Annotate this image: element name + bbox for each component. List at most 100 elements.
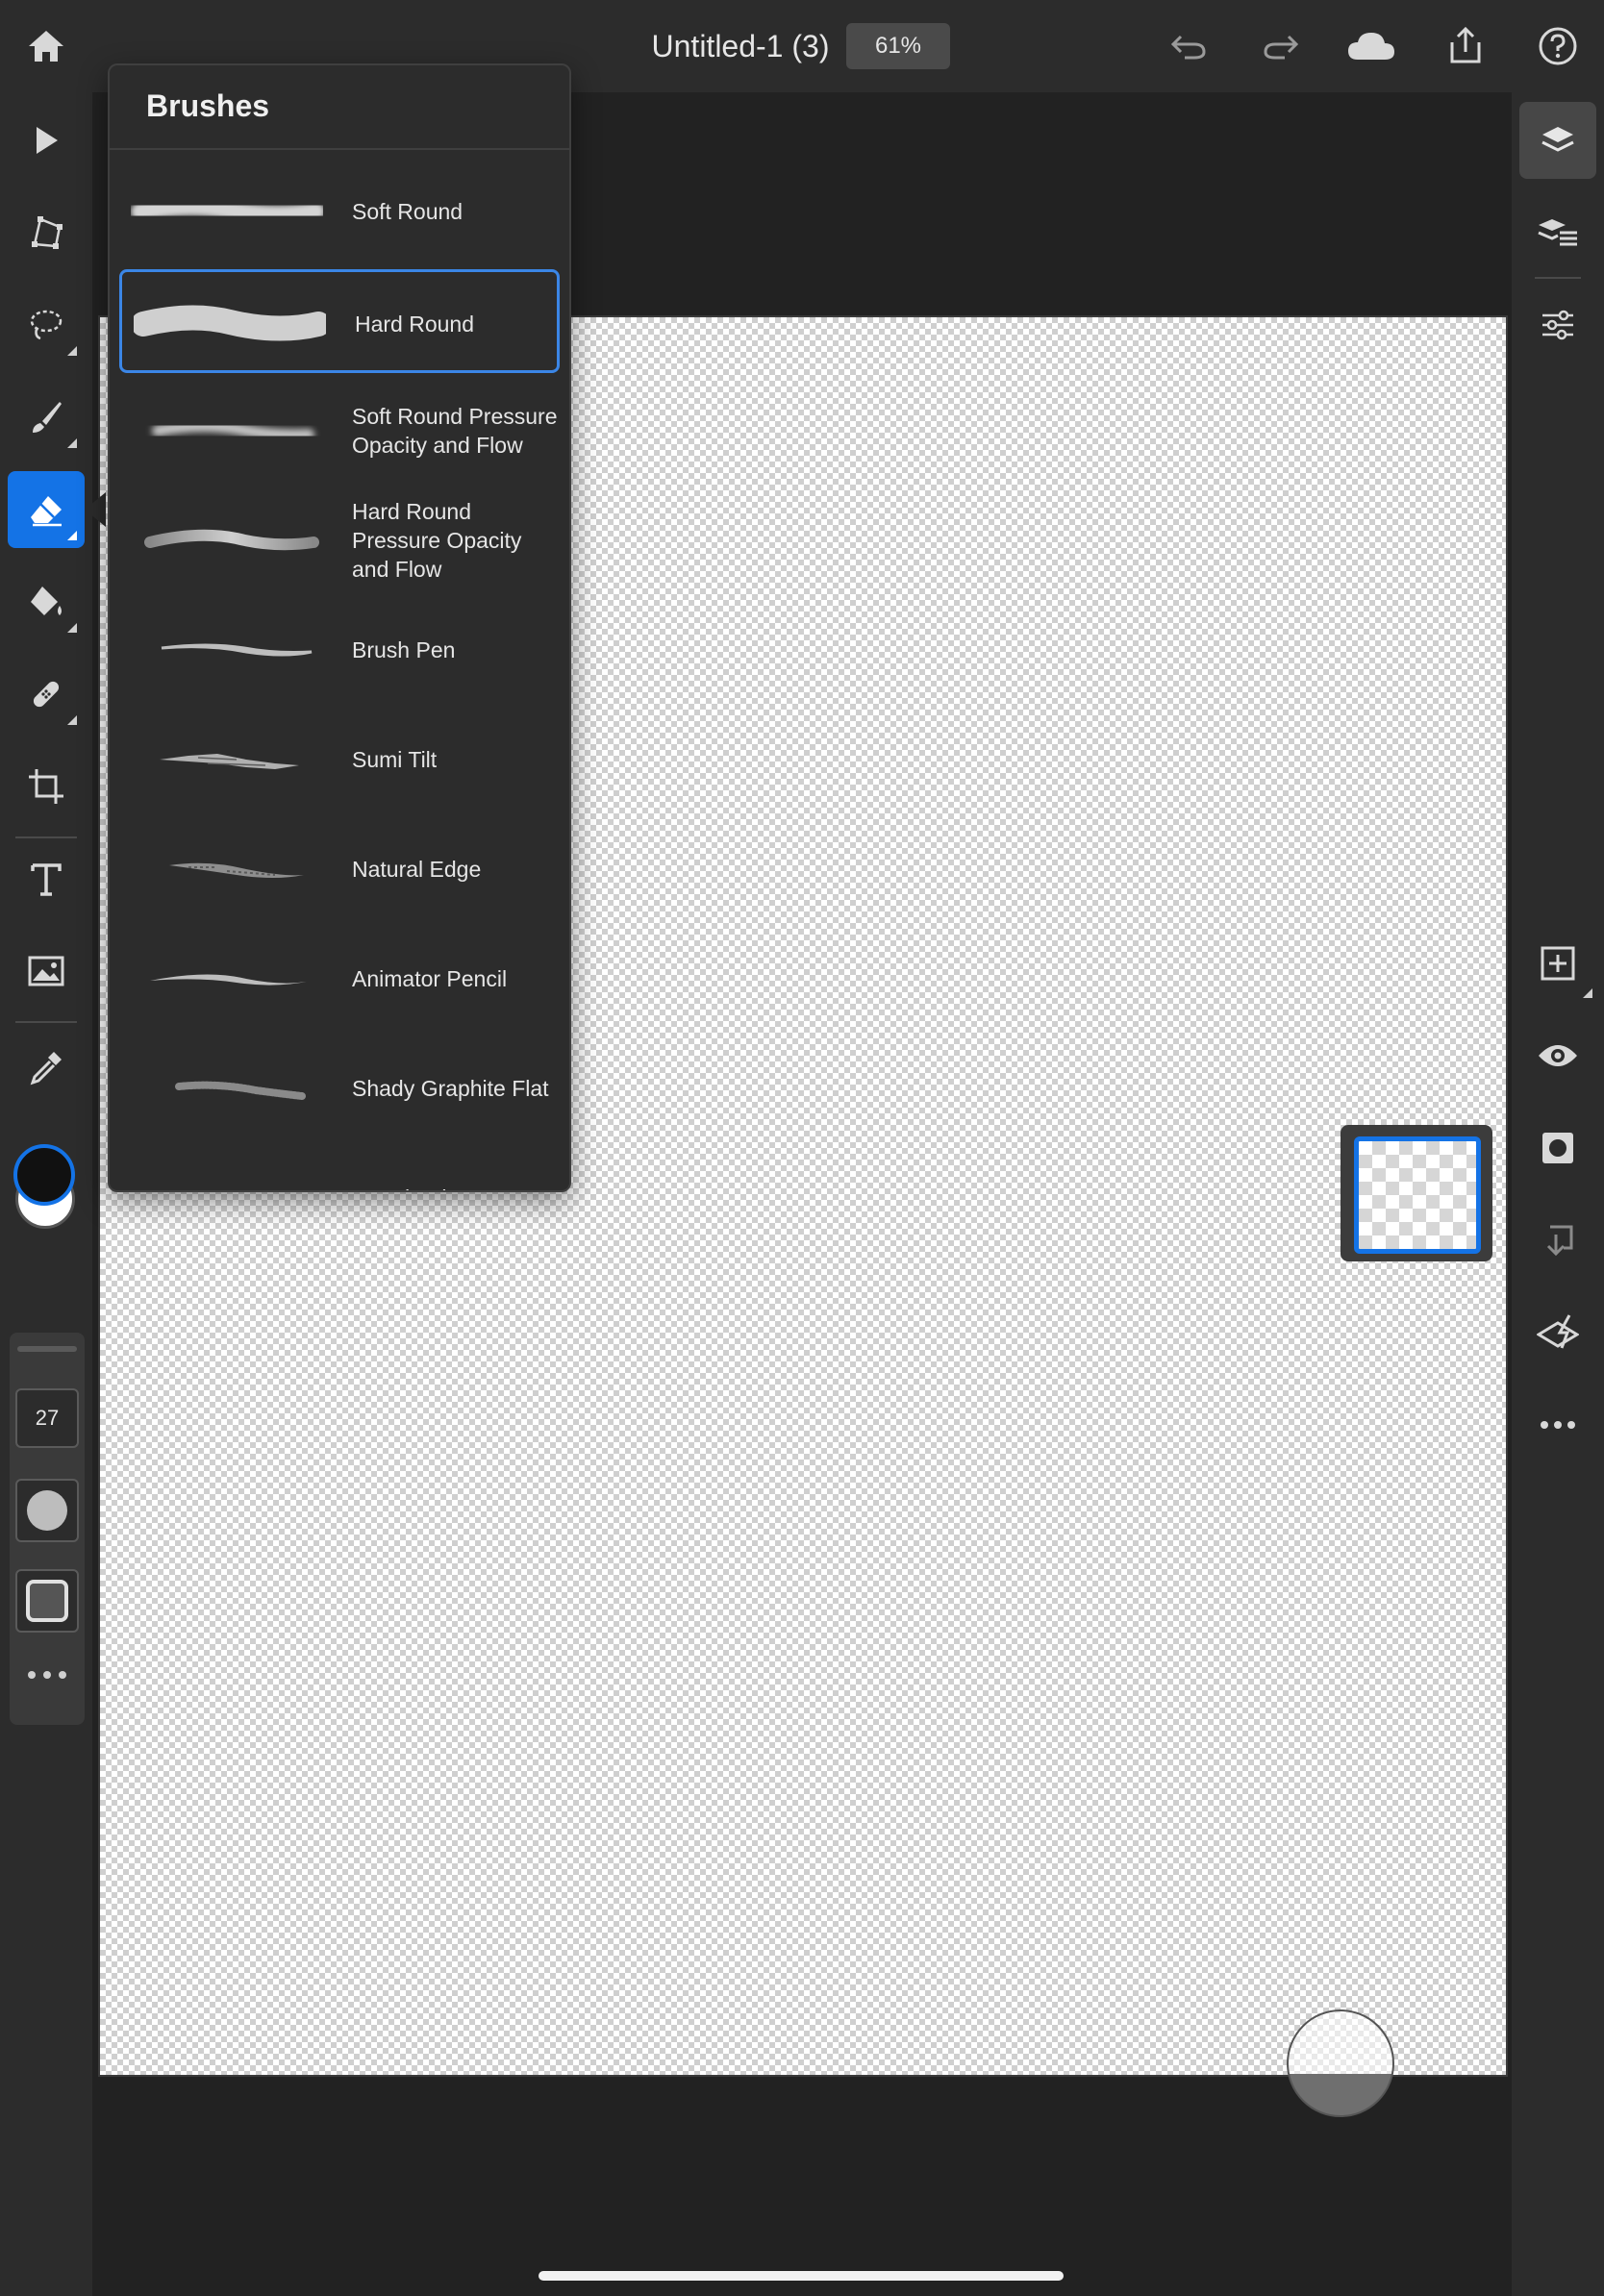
brush-item-natural-edge[interactable]: Natural Edge bbox=[119, 817, 560, 921]
brush-icon bbox=[27, 398, 65, 437]
fill-tool[interactable] bbox=[8, 563, 85, 640]
redo-icon[interactable] bbox=[1252, 17, 1310, 75]
merge-down-icon bbox=[1539, 1221, 1577, 1260]
brush-stroke-preview bbox=[150, 974, 312, 986]
flyout-indicator bbox=[67, 346, 77, 356]
brush-item-hard-round[interactable]: Hard Round bbox=[119, 269, 560, 373]
eraser-icon bbox=[27, 490, 65, 529]
flyout-indicator bbox=[67, 531, 77, 540]
layers-button[interactable] bbox=[1519, 102, 1596, 179]
text-tool[interactable] bbox=[8, 840, 85, 917]
brush-label: Brush Pen bbox=[352, 637, 456, 662]
brush-item-shady-graphite-flat[interactable]: Shady Graphite Flat bbox=[119, 1036, 560, 1140]
flyout-indicator bbox=[1583, 988, 1592, 998]
lasso-icon bbox=[27, 306, 65, 344]
brush-label: Soft Round bbox=[352, 199, 464, 224]
toolbar-divider bbox=[15, 836, 77, 838]
popover-pointer bbox=[85, 492, 106, 527]
healing-icon bbox=[27, 675, 65, 713]
brush-opacity-button[interactable] bbox=[15, 1569, 79, 1633]
layer-properties-button[interactable] bbox=[1519, 194, 1596, 271]
image-icon bbox=[27, 952, 65, 990]
brush-tool[interactable] bbox=[8, 379, 85, 456]
toolbar-divider bbox=[15, 1021, 77, 1023]
visibility-button[interactable] bbox=[1519, 1017, 1596, 1094]
opacity-square-icon bbox=[26, 1580, 68, 1622]
brush-label: Hard Round Pressure Opacity and Flow bbox=[352, 499, 522, 582]
layer-thumbnail[interactable] bbox=[1341, 1125, 1492, 1261]
home-icon[interactable] bbox=[17, 17, 75, 75]
eyedropper-tool[interactable] bbox=[8, 1029, 85, 1106]
brush-stroke-preview bbox=[131, 196, 323, 225]
brush-item-sumi-tilt[interactable]: Sumi Tilt bbox=[119, 708, 560, 811]
brush-label: Soft Round Pressure Opacity and Flow bbox=[352, 404, 558, 458]
adjustments-icon bbox=[1539, 306, 1577, 344]
flyout-indicator bbox=[67, 438, 77, 448]
popover-title: Brushes bbox=[146, 88, 270, 123]
more-icon[interactable] bbox=[19, 1663, 75, 1686]
brush-stroke-preview bbox=[131, 1169, 323, 1192]
brush-hardness-button[interactable] bbox=[15, 1479, 79, 1542]
brush-item-animator-pencil[interactable]: Animator Pencil bbox=[119, 927, 560, 1031]
help-icon[interactable] bbox=[1529, 17, 1587, 75]
touch-shortcut[interactable] bbox=[1287, 2009, 1394, 2117]
brush-size-field[interactable]: 27 bbox=[15, 1388, 79, 1448]
transform-icon bbox=[27, 213, 65, 252]
brush-stroke-preview bbox=[144, 529, 319, 551]
layer-thumbnail-image bbox=[1354, 1136, 1481, 1254]
brush-stroke-preview bbox=[169, 862, 304, 878]
visibility-icon bbox=[1537, 1040, 1579, 1071]
home-indicator[interactable] bbox=[539, 2271, 1064, 2281]
panel-divider bbox=[1535, 277, 1581, 279]
brush-stroke-preview bbox=[160, 754, 299, 769]
healing-tool[interactable] bbox=[8, 656, 85, 733]
brush-settings: 27 bbox=[10, 1333, 85, 1725]
quick-actions-button[interactable] bbox=[1519, 1294, 1596, 1371]
brushes-popover: Brushes Soft Round Hard Round Soft Round… bbox=[108, 63, 571, 1192]
layers-icon bbox=[1539, 121, 1577, 160]
eraser-tool[interactable] bbox=[8, 471, 85, 548]
transform-tool[interactable] bbox=[8, 194, 85, 271]
adjustments-button[interactable] bbox=[1519, 287, 1596, 363]
foreground-color-swatch[interactable] bbox=[13, 1144, 75, 1206]
drag-handle[interactable] bbox=[17, 1346, 77, 1352]
image-tool[interactable] bbox=[8, 933, 85, 1010]
add-layer-button[interactable] bbox=[1519, 925, 1596, 1002]
zoom-level[interactable]: 61% bbox=[846, 23, 950, 69]
brush-item-soft-round[interactable]: Soft Round bbox=[119, 160, 560, 263]
brush-item-hard-round-pressure[interactable]: Hard Round Pressure Opacity and Flow bbox=[119, 488, 560, 592]
merge-down-button[interactable] bbox=[1519, 1202, 1596, 1279]
brush-label: Hard Round bbox=[355, 312, 475, 337]
brush-item-rough-inker[interactable]: Rough Inker bbox=[119, 1146, 560, 1192]
brush-item-brush-pen[interactable]: Brush Pen bbox=[119, 598, 560, 702]
cloud-icon[interactable] bbox=[1342, 17, 1400, 75]
quick-actions-icon bbox=[1537, 1313, 1579, 1352]
more-icon[interactable] bbox=[1519, 1386, 1596, 1463]
select-tool[interactable] bbox=[8, 102, 85, 179]
flyout-indicator bbox=[67, 715, 77, 725]
popover-header: Brushes bbox=[110, 65, 569, 150]
right-panel bbox=[1512, 92, 1604, 2296]
crop-tool[interactable] bbox=[8, 748, 85, 825]
brush-stroke-preview bbox=[134, 305, 326, 341]
share-icon[interactable] bbox=[1437, 17, 1494, 75]
select-icon bbox=[29, 123, 63, 158]
brush-stroke-preview bbox=[152, 420, 314, 441]
brush-label: Sumi Tilt bbox=[352, 747, 438, 772]
brush-label: Shady Graphite Flat bbox=[352, 1076, 549, 1101]
brush-label: Rough Inker bbox=[352, 1146, 472, 1190]
brush-stroke-preview bbox=[175, 1081, 306, 1100]
crop-icon bbox=[27, 767, 65, 806]
mask-button[interactable] bbox=[1519, 1110, 1596, 1186]
fill-icon bbox=[27, 583, 65, 621]
document-title[interactable]: Untitled-1 (3) bbox=[615, 23, 865, 69]
lasso-tool[interactable] bbox=[8, 287, 85, 363]
color-swatches[interactable] bbox=[13, 1144, 75, 1229]
hardness-circle-icon bbox=[27, 1490, 67, 1531]
undo-icon[interactable] bbox=[1160, 17, 1217, 75]
brush-item-soft-round-pressure[interactable]: Soft Round Pressure Opacity and Flow bbox=[119, 379, 560, 483]
left-toolbar: 27 bbox=[0, 92, 92, 2296]
flyout-indicator bbox=[67, 623, 77, 633]
brush-label: Animator Pencil bbox=[352, 966, 508, 991]
add-layer-icon bbox=[1539, 944, 1577, 983]
